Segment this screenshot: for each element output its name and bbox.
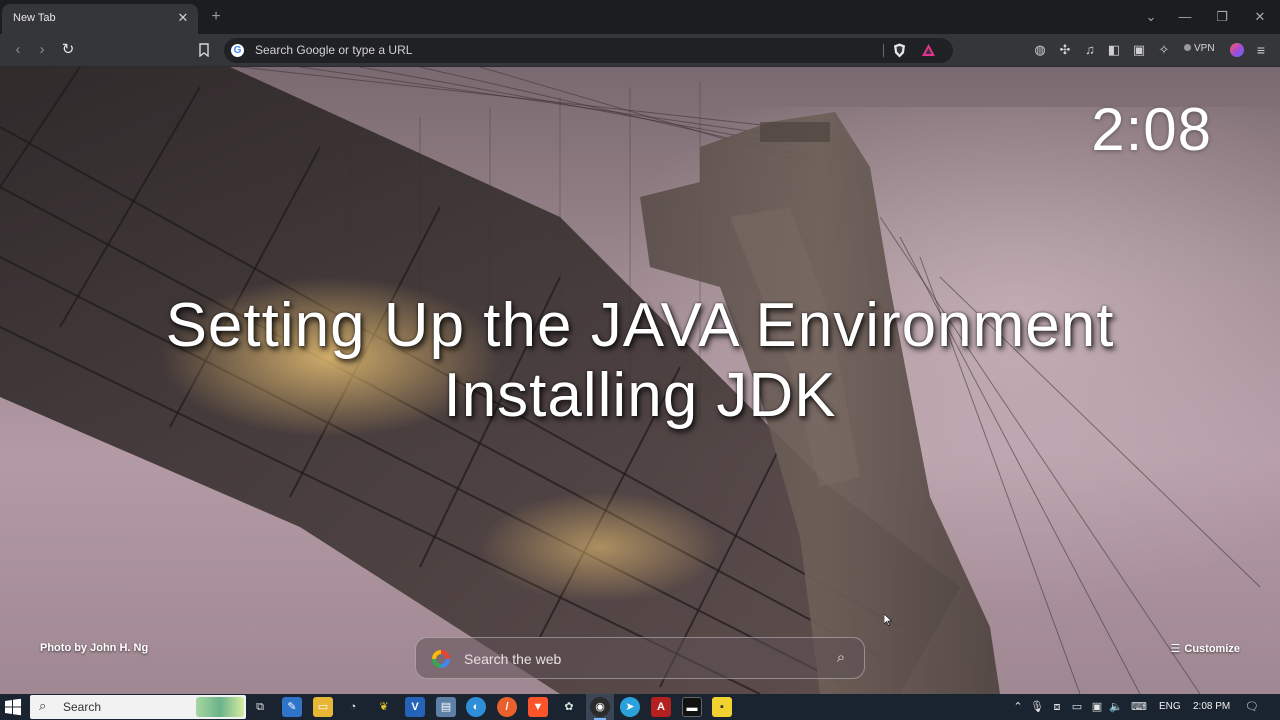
address-bar[interactable]: G Search Google or type a URL [224, 38, 953, 63]
tab-strip: New Tab ✕ + ⌄ — ❐ ✕ [0, 0, 1280, 34]
vpn-label: VPN [1194, 43, 1215, 54]
show-hidden-icons-icon[interactable]: ⌃ [1010, 699, 1026, 715]
extensions-icon[interactable]: ✣ [1057, 42, 1073, 58]
app-orange-icon[interactable]: / [497, 697, 517, 717]
chrome-like-icon[interactable]: ◉ [590, 697, 610, 720]
media-icon[interactable]: ♫ [1082, 42, 1098, 58]
screen-capture-icon[interactable]: ⧈ [1049, 699, 1065, 715]
taskbar-clock[interactable]: 2:08 PM [1193, 701, 1230, 712]
input-language[interactable]: ENG [1159, 701, 1181, 712]
google-icon: G [231, 44, 244, 57]
close-tab-icon[interactable]: ✕ [176, 11, 190, 25]
close-window-icon[interactable]: ✕ [1250, 7, 1270, 27]
search-icon: ⌕ [39, 698, 47, 713]
mouse-cursor-icon [884, 614, 892, 626]
tab-new-tab[interactable]: New Tab ✕ [2, 4, 198, 34]
clock: 2:08 [1091, 96, 1212, 163]
network-icon[interactable]: ▣ [1089, 699, 1105, 715]
wallet-icon[interactable]: ▣ [1131, 42, 1147, 58]
tab-search-icon[interactable]: ⌄ [1141, 7, 1161, 27]
app-doc-icon[interactable]: ▤ [436, 697, 456, 717]
app-blue-icon[interactable]: ◐ [466, 697, 486, 717]
headline-line-1: Setting Up the JAVA Environment [165, 291, 1115, 360]
vpn-button[interactable]: VPN [1184, 43, 1215, 54]
app-leaf-icon[interactable]: ❦ [374, 697, 394, 717]
brave-rewards-icon[interactable] [921, 43, 936, 57]
microphone-icon[interactable]: 🎙 [1029, 699, 1045, 715]
profile-icon[interactable] [1230, 43, 1244, 57]
app-green-icon[interactable]: ✿ [559, 697, 579, 717]
back-icon[interactable]: ‹ [8, 40, 28, 60]
tab-title: New Tab [13, 12, 56, 24]
web-search-box[interactable]: Search the web ⌕ [415, 637, 865, 679]
vscode-icon[interactable]: V [405, 697, 425, 717]
volume-icon[interactable]: 🔈 [1108, 699, 1124, 715]
new-tab-page: 2:08 Setting Up the JAVA Environment Ins… [0, 67, 1280, 694]
bookmark-icon[interactable] [194, 40, 214, 60]
menu-icon[interactable]: ≡ [1253, 42, 1269, 58]
leo-ai-icon[interactable]: ✧ [1156, 42, 1172, 58]
new-tab-icon[interactable]: + [207, 8, 225, 26]
sticky-notes-icon[interactable]: ▪ [712, 697, 732, 717]
restore-icon[interactable]: ❐ [1212, 7, 1232, 27]
photo-credit[interactable]: Photo by John H. Ng [40, 642, 148, 654]
telegram-icon[interactable]: ➤ [620, 697, 640, 717]
notes-app-icon[interactable]: ✎ [282, 697, 302, 717]
headline-line-2: Installing JDK [443, 361, 837, 430]
file-explorer-icon[interactable]: ▭ [313, 697, 333, 717]
notifications-icon[interactable]: 🗨 [1244, 699, 1260, 715]
video-title-overlay: Setting Up the JAVA Environment Installi… [0, 291, 1280, 431]
taskbar-search[interactable]: ⌕ Search [30, 695, 246, 719]
sidebar-icon[interactable]: ◧ [1106, 42, 1122, 58]
browser-toolbar: ‹ › ↻ G Search Google or type a URL ◍ ✣ … [0, 34, 1280, 67]
customize-label: Customize [1184, 643, 1240, 655]
forward-icon[interactable]: › [32, 40, 52, 60]
windows-start-icon[interactable] [4, 698, 22, 716]
search-icon[interactable]: ⌕ [832, 649, 850, 667]
keyboard-icon[interactable]: ⌨ [1131, 699, 1147, 715]
windows-taskbar: ⌕ Search ⧉ ✎ ▭ ◔ ❦ V ▤ ◐ / ▼ ✿ ◉ ➤ A ▬ ▪… [0, 694, 1280, 720]
brave-shields-icon[interactable] [893, 43, 906, 58]
app-circle-icon[interactable]: ◔ [343, 697, 363, 717]
terminal-icon[interactable]: ▬ [682, 697, 702, 717]
battery-icon[interactable]: ▭ [1069, 699, 1085, 715]
address-placeholder: Search Google or type a URL [255, 43, 413, 57]
address-divider [883, 44, 884, 57]
google-icon [432, 650, 450, 668]
reload-icon[interactable]: ↻ [58, 40, 78, 60]
taskbar-search-label: Search [63, 700, 102, 714]
task-view-icon[interactable]: ⧉ [250, 697, 270, 717]
globe-icon[interactable]: ◍ [1032, 42, 1048, 58]
vpn-icon [1184, 44, 1191, 51]
minimize-icon[interactable]: — [1175, 7, 1195, 27]
customize-icon: ☰ [1170, 643, 1181, 655]
search-highlight-image [196, 697, 244, 717]
pdf-app-icon[interactable]: A [651, 697, 671, 717]
customize-button[interactable]: ☰ Customize [1171, 642, 1241, 655]
brave-icon[interactable]: ▼ [528, 697, 548, 717]
search-placeholder: Search the web [464, 651, 562, 667]
